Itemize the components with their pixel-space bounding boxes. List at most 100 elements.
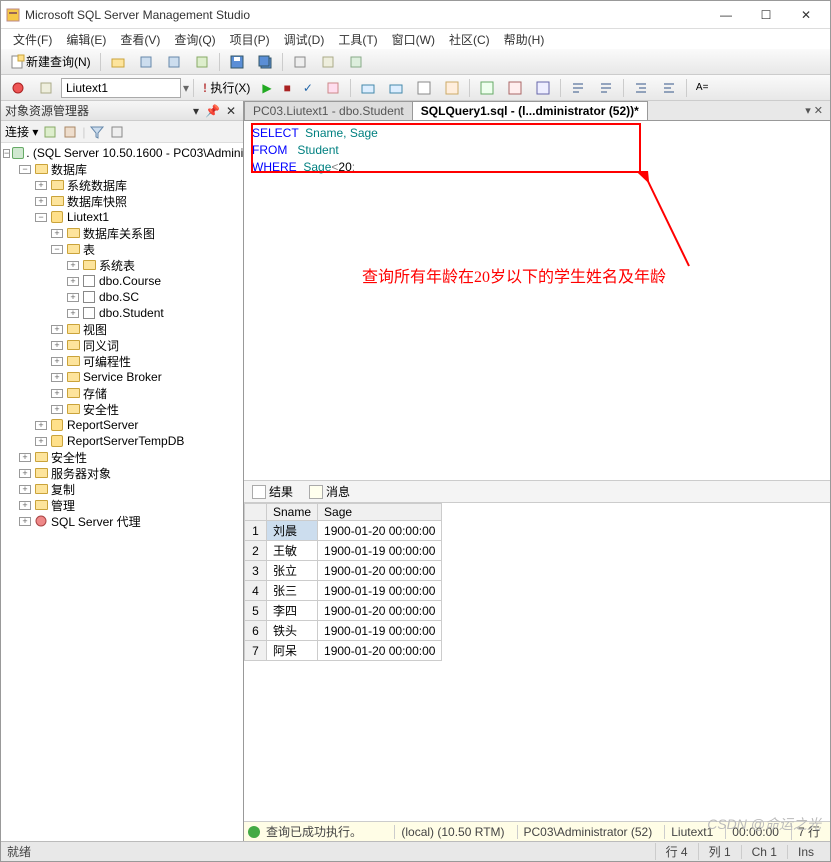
save-all-button[interactable] [252,52,278,72]
tb2-btn-11[interactable] [474,78,500,98]
tree[interactable]: −. (SQL Server 10.50.1600 - PC03\Adminis… [1,143,243,841]
sql-editor[interactable]: SELECT Sname, Sage FROM Student WHERE Sa… [244,121,830,481]
tree-databases[interactable]: −数据库 [1,161,243,177]
filter-icon[interactable] [89,124,105,140]
results-grid[interactable]: SnameSage1刘晨1900-01-20 00:00:002王敏1900-0… [244,503,830,821]
tb2-btn-18[interactable]: A= [691,78,714,98]
tb2-btn-12[interactable] [502,78,528,98]
tb-btn-4[interactable] [189,52,215,72]
database-selector[interactable]: Liutext1 [61,78,181,98]
tab-menu[interactable]: ▾ ✕ [797,101,831,120]
open-button[interactable] [105,52,131,72]
tree-replication[interactable]: +复制 [1,481,243,497]
status-message: 查询已成功执行。 [266,823,362,840]
execute-button[interactable]: ! 执行(X) [198,78,255,98]
tree-db-snap[interactable]: +数据库快照 [1,193,243,209]
table-icon [81,274,97,288]
panel-dropdown[interactable]: ▾ [190,104,202,118]
status-line: 行 4 [655,843,698,860]
execute-icon: ! [203,81,207,95]
comment-button[interactable] [565,78,591,98]
menu-community[interactable]: 社区(C) [443,29,496,50]
tree-server-objects[interactable]: +服务器对象 [1,465,243,481]
status-db: Liutext1 [664,825,719,839]
tb2-btn-1[interactable] [5,78,31,98]
tb-btn-7[interactable] [287,52,313,72]
tb2-btn-6[interactable] [320,78,346,98]
menu-edit[interactable]: 编辑(E) [60,29,112,50]
new-query-button[interactable]: 新建查询(N) [5,52,96,72]
menu-window[interactable]: 窗口(W) [386,29,441,50]
tb-btn-9[interactable] [343,52,369,72]
server-icon [12,146,24,160]
menu-help[interactable]: 帮助(H) [498,29,551,50]
maximize-button[interactable]: ☐ [746,3,786,27]
status-col: 列 1 [698,843,741,860]
tree-table-sc[interactable]: +dbo.SC [1,289,243,305]
toolbar-query: Liutext1 ▾ ! 执行(X) ▶ ■ ✓ A= [1,75,830,101]
tree-table-course[interactable]: +dbo.Course [1,273,243,289]
tree-server[interactable]: −. (SQL Server 10.50.1600 - PC03\Adminis… [1,145,243,161]
tree-service-broker[interactable]: +Service Broker [1,369,243,385]
tree-views[interactable]: +视图 [1,321,243,337]
tree-programmability[interactable]: +可编程性 [1,353,243,369]
tb2-btn-8[interactable] [383,78,409,98]
tree-synonyms[interactable]: +同义词 [1,337,243,353]
oe-btn-2[interactable] [62,124,78,140]
tb-btn-2[interactable] [133,52,159,72]
tree-security[interactable]: +安全性 [1,449,243,465]
window-title: Microsoft SQL Server Management Studio [25,8,706,22]
menu-debug[interactable]: 调试(D) [278,29,331,50]
minimize-button[interactable]: — [706,3,746,27]
menu-file[interactable]: 文件(F) [7,29,58,50]
tb2-btn-7[interactable] [355,78,381,98]
new-query-label: 新建查询(N) [26,53,91,70]
panel-pin-icon[interactable]: 📌 [202,104,223,118]
db-selector-text: Liutext1 [66,81,108,95]
tab-messages[interactable]: 消息 [305,482,354,501]
oe-btn-4[interactable] [109,124,125,140]
outdent-button[interactable] [656,78,682,98]
tree-reportserver-tmp[interactable]: +ReportServerTempDB [1,433,243,449]
tree-storage[interactable]: +存储 [1,385,243,401]
tab-sqlquery1[interactable]: SQLQuery1.sql - (l...dministrator (52))* [412,101,648,120]
parse-button[interactable]: ✓ [298,78,318,98]
results-tabs: 结果 消息 [244,481,830,503]
query-status-bar: 查询已成功执行。 (local) (10.50 RTM) PC03\Admini… [244,821,830,841]
menu-query[interactable]: 查询(Q) [168,29,221,50]
menu-project[interactable]: 项目(P) [224,29,276,50]
menu-tools[interactable]: 工具(T) [332,29,383,50]
debug-button[interactable]: ▶ [257,78,276,98]
tb2-btn-9[interactable] [411,78,437,98]
uncomment-button[interactable] [593,78,619,98]
tb2-btn-10[interactable] [439,78,465,98]
panel-close[interactable]: ✕ [223,104,239,118]
connect-dropdown[interactable]: 连接 ▾ [5,123,38,140]
save-button[interactable] [224,52,250,72]
indent-button[interactable] [628,78,654,98]
tb2-btn-13[interactable] [530,78,556,98]
close-button[interactable]: ✕ [786,3,826,27]
tree-sys-db[interactable]: +系统数据库 [1,177,243,193]
tree-reportserver[interactable]: +ReportServer [1,417,243,433]
menu-view[interactable]: 查看(V) [114,29,166,50]
status-time: 00:00:00 [725,825,785,839]
tree-liutext1[interactable]: −Liutext1 [1,209,243,225]
save-icon [229,54,245,70]
tb2-btn-2[interactable] [33,78,59,98]
tab-student[interactable]: PC03.Liutext1 - dbo.Student [244,101,413,120]
tree-management[interactable]: +管理 [1,497,243,513]
tree-db-diagram[interactable]: +数据库关系图 [1,225,243,241]
tree-security-db[interactable]: +安全性 [1,401,243,417]
status-ch: Ch 1 [741,845,787,859]
tab-results[interactable]: 结果 [248,482,297,501]
refresh-icon[interactable] [42,124,58,140]
tree-tables[interactable]: −表 [1,241,243,257]
tree-sys-tables[interactable]: +系统表 [1,257,243,273]
tree-sql-agent[interactable]: +SQL Server 代理 [1,513,243,529]
status-bar: 就绪 行 4 列 1 Ch 1 Ins [1,841,830,861]
stop-button[interactable]: ■ [279,78,296,98]
tree-table-student[interactable]: +dbo.Student [1,305,243,321]
tb-btn-3[interactable] [161,52,187,72]
tb-btn-8[interactable] [315,52,341,72]
